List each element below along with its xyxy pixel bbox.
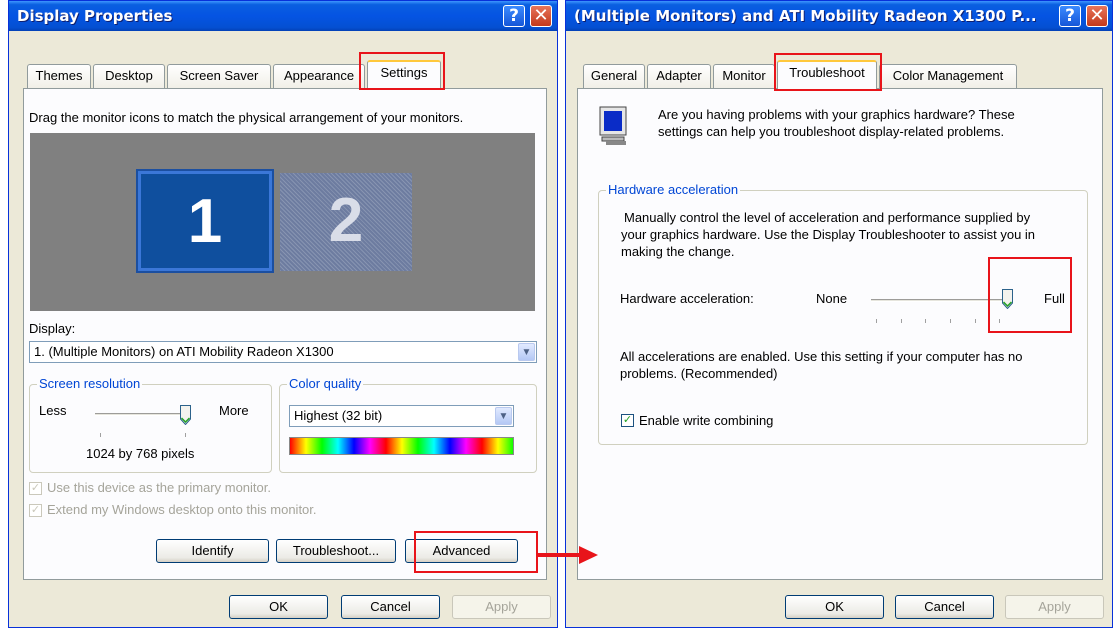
primary-monitor-checkbox[interactable]: ✓: [29, 482, 42, 495]
monitor-arrangement-area: 1 2: [30, 133, 535, 311]
advanced-button-highlight: [414, 531, 538, 573]
hw-description-3: making the change.: [621, 244, 735, 259]
intro-line-1: Are you having problems with your graphi…: [658, 107, 1015, 122]
display-label: Display:: [29, 321, 76, 336]
monitor-icon: [599, 106, 627, 145]
tab-general[interactable]: General: [583, 64, 645, 88]
hw-description-2: your graphics hardware. Use the Display …: [621, 227, 1036, 242]
identify-button[interactable]: Identify: [156, 539, 269, 563]
help-icon[interactable]: ?: [1059, 5, 1081, 27]
primary-monitor-label: Use this device as the primary monitor.: [47, 480, 271, 495]
display-select[interactable]: 1. (Multiple Monitors) on ATI Mobility R…: [29, 341, 537, 363]
ok-button[interactable]: OK: [229, 595, 328, 619]
slider-tick: [925, 319, 926, 323]
intro-line-2: settings can help you troubleshoot displ…: [658, 124, 1005, 139]
chevron-down-icon[interactable]: ▼: [495, 407, 512, 425]
chevron-down-icon[interactable]: ▼: [518, 343, 535, 361]
color-quality-value: Highest (32 bit): [294, 408, 383, 423]
color-quality-select[interactable]: Highest (32 bit) ▼: [289, 405, 514, 427]
monitor-2[interactable]: 2: [280, 173, 412, 271]
slider-tick: [975, 319, 976, 323]
settings-tab-highlight: [359, 52, 445, 90]
ok-button[interactable]: OK: [785, 595, 884, 619]
tab-color-management[interactable]: Color Management: [879, 64, 1017, 88]
monitor-1[interactable]: 1: [136, 169, 274, 273]
tab-monitor[interactable]: Monitor: [713, 64, 775, 88]
tab-themes[interactable]: Themes: [27, 64, 91, 88]
write-combining-checkbox[interactable]: ✓: [621, 414, 634, 427]
settings-panel: Drag the monitor icons to match the phys…: [23, 88, 547, 580]
tab-adapter[interactable]: Adapter: [647, 64, 711, 88]
write-combining-label: Enable write combining: [639, 413, 774, 428]
apply-button: Apply: [1005, 595, 1104, 619]
less-label: Less: [39, 403, 67, 418]
close-icon[interactable]: ✕: [1086, 5, 1108, 27]
resolution-slider-track[interactable]: [95, 413, 190, 416]
slider-tick: [901, 319, 902, 323]
tab-desktop[interactable]: Desktop: [93, 64, 165, 88]
tab-screen-saver[interactable]: Screen Saver: [167, 64, 271, 88]
extend-desktop-label: Extend my Windows desktop onto this moni…: [47, 502, 317, 517]
screen-resolution-label: Screen resolution: [37, 376, 143, 392]
status-line-1: All accelerations are enabled. Use this …: [620, 349, 1023, 364]
slider-tick: [185, 433, 186, 437]
color-spectrum-bar: [289, 437, 514, 455]
help-icon[interactable]: ?: [503, 5, 525, 27]
close-icon[interactable]: ✕: [530, 5, 552, 27]
window-title: (Multiple Monitors) and ATI Mobility Rad…: [574, 7, 1037, 25]
window-title: Display Properties: [17, 7, 173, 25]
troubleshoot-button[interactable]: Troubleshoot...: [276, 539, 396, 563]
hw-description-1: Manually control the level of accelerati…: [624, 210, 1031, 225]
instruction-text: Drag the monitor icons to match the phys…: [29, 110, 464, 125]
acceleration-slider-highlight: [988, 257, 1072, 333]
title-bar[interactable]: (Multiple Monitors) and ATI Mobility Rad…: [566, 1, 1112, 31]
slider-thumb-icon[interactable]: [180, 405, 191, 425]
more-label: More: [219, 403, 249, 418]
slider-tick: [876, 319, 877, 323]
color-quality-group: Color quality Highest (32 bit) ▼: [279, 376, 537, 473]
display-value: 1. (Multiple Monitors) on ATI Mobility R…: [34, 344, 334, 359]
red-arrow: [537, 546, 598, 564]
screen-resolution-group: Screen resolution Less More 1024 by 768 …: [29, 376, 272, 473]
resolution-value: 1024 by 768 pixels: [86, 446, 195, 461]
title-bar[interactable]: Display Properties ? ✕: [9, 1, 557, 31]
monitor-1-label: 1: [187, 187, 223, 256]
monitor-2-label: 2: [328, 186, 364, 255]
color-quality-label: Color quality: [287, 376, 364, 392]
slider-tick: [100, 433, 101, 437]
status-line-2: problems. (Recommended): [620, 366, 778, 381]
troubleshoot-panel: Are you having problems with your graphi…: [577, 88, 1103, 580]
apply-button: Apply: [452, 595, 551, 619]
slider-tick: [950, 319, 951, 323]
hardware-acceleration-group-label: Hardware acceleration: [606, 182, 741, 198]
extend-desktop-checkbox[interactable]: ✓: [29, 504, 42, 517]
cancel-button[interactable]: Cancel: [341, 595, 440, 619]
none-label: None: [816, 291, 848, 306]
hw-accel-label: Hardware acceleration:: [620, 291, 754, 306]
tab-appearance[interactable]: Appearance: [273, 64, 365, 88]
troubleshoot-tab-highlight: [774, 53, 882, 91]
cancel-button[interactable]: Cancel: [895, 595, 994, 619]
